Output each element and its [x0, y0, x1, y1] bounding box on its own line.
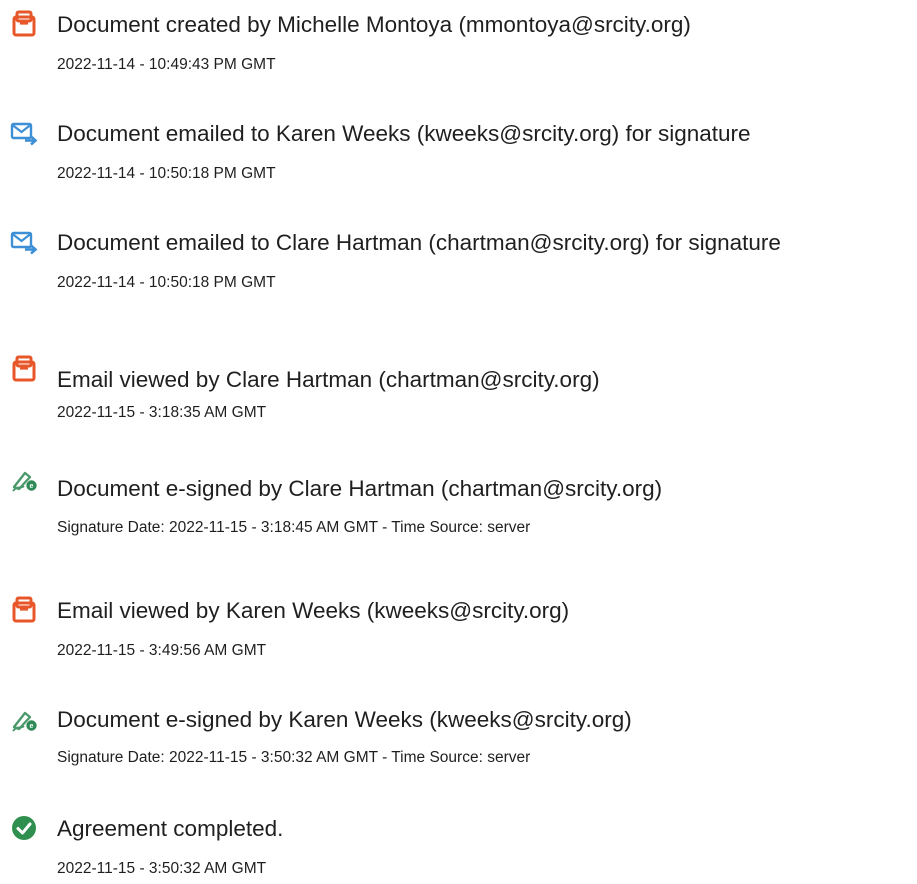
event-title: Email viewed by Clare Hartman (chartman@… [57, 367, 600, 392]
audit-event: Email viewed by Karen Weeks (kweeks@srci… [0, 586, 917, 666]
email-viewed-icon [10, 596, 38, 624]
event-timestamp: 2022-11-14 - 10:50:18 PM GMT [57, 165, 276, 182]
event-timestamp: Signature Date: 2022-11-15 - 3:50:32 AM … [57, 749, 531, 766]
svg-text:e: e [30, 723, 34, 730]
event-title: Email viewed by Karen Weeks (kweeks@srci… [57, 598, 570, 623]
audit-event: Document emailed to Karen Weeks (kweeks@… [0, 109, 917, 189]
event-timestamp: 2022-11-15 - 3:49:56 AM GMT [57, 642, 267, 659]
e-signed-icon: e [10, 465, 38, 493]
event-timestamp: 2022-11-14 - 10:49:43 PM GMT [57, 56, 276, 73]
event-timestamp: 2022-11-15 - 3:50:32 AM GMT [57, 860, 267, 877]
e-signed-icon: e [10, 705, 38, 733]
email-sent-icon [10, 228, 38, 256]
audit-event: Agreement completed. 2022-11-15 - 3:50:3… [0, 804, 917, 884]
event-title: Document emailed to Karen Weeks (kweeks@… [57, 121, 751, 146]
event-timestamp: 2022-11-15 - 3:18:35 AM GMT [57, 404, 267, 421]
event-title: Agreement completed. [57, 816, 284, 841]
event-timestamp: Signature Date: 2022-11-15 - 3:18:45 AM … [57, 519, 531, 536]
audit-event: Email viewed by Clare Hartman (chartman@… [0, 355, 917, 453]
document-created-icon [10, 10, 38, 38]
agreement-completed-icon [10, 814, 38, 842]
email-viewed-icon [10, 355, 38, 383]
event-title: Document e-signed by Clare Hartman (char… [57, 476, 663, 501]
event-timestamp: 2022-11-14 - 10:50:18 PM GMT [57, 274, 276, 291]
email-sent-icon [10, 119, 38, 147]
event-title: Document created by Michelle Montoya (mm… [57, 12, 691, 37]
audit-event: e Document e-signed by Karen Weeks (kwee… [0, 695, 917, 775]
svg-text:e: e [30, 483, 34, 490]
event-title: Document emailed to Clare Hartman (chart… [57, 230, 781, 255]
audit-event: Document created by Michelle Montoya (mm… [0, 0, 917, 80]
event-title: Document e-signed by Karen Weeks (kweeks… [57, 707, 632, 732]
audit-event: Document emailed to Clare Hartman (chart… [0, 218, 917, 298]
audit-event: e Document e-signed by Clare Hartman (ch… [0, 455, 917, 536]
